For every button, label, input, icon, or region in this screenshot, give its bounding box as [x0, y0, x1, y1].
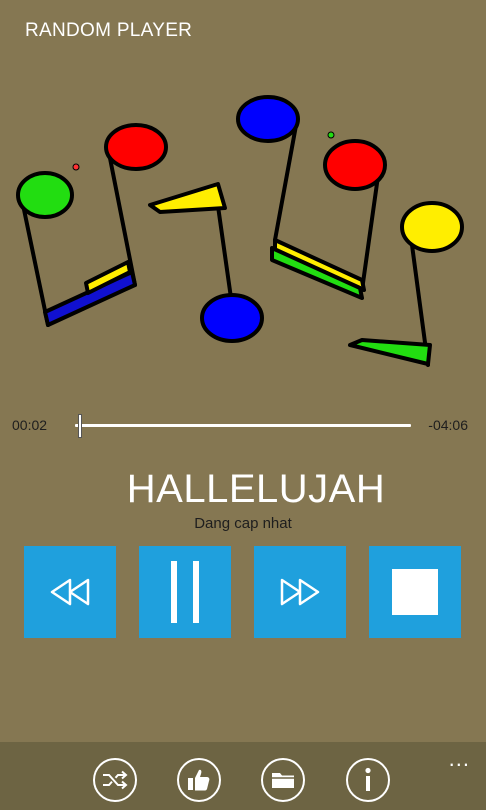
stop-button[interactable] — [369, 546, 461, 638]
info-button[interactable] — [346, 758, 390, 802]
like-button[interactable] — [177, 758, 221, 802]
thumbs-up-icon — [188, 769, 210, 791]
folder-icon — [272, 773, 294, 788]
pause-button[interactable] — [139, 546, 231, 638]
stop-icon — [392, 569, 438, 615]
pause-icon — [171, 561, 199, 623]
rewind-icon — [50, 578, 90, 606]
shuffle-button[interactable] — [93, 758, 137, 802]
info-icon — [365, 767, 371, 791]
song-status: Dang cap nhat — [194, 515, 292, 532]
music-notes-artwork — [16, 95, 464, 367]
fast-forward-button[interactable] — [254, 546, 346, 638]
seek-thumb[interactable] — [78, 414, 82, 438]
app-title: RANDOM PLAYER — [25, 20, 193, 41]
app-bar: ... — [0, 742, 486, 810]
seek-track[interactable] — [75, 424, 411, 427]
more-options-button[interactable]: ... — [449, 748, 470, 770]
song-title: HALLELUJAH — [126, 467, 386, 511]
rewind-button[interactable] — [24, 546, 116, 638]
elapsed-time: 00:02 — [12, 417, 48, 433]
fast-forward-icon — [280, 578, 320, 606]
shuffle-icon — [103, 770, 128, 790]
folder-button[interactable] — [261, 758, 305, 802]
seek-slider[interactable] — [75, 414, 411, 438]
remaining-time: -04:06 — [428, 417, 468, 433]
